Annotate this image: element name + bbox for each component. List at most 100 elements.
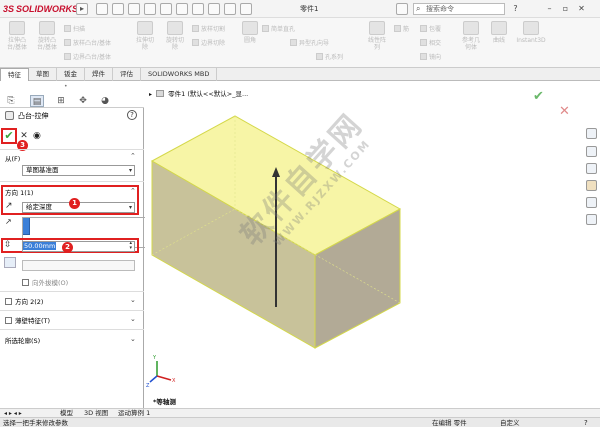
help-icon[interactable]: ? [127, 110, 137, 120]
confirm-corner-ok-icon[interactable]: ✔ [533, 89, 544, 104]
expand-thin-feature-icon[interactable]: ⌄ [130, 315, 136, 323]
tab-mbd[interactable]: SOLIDWORKS MBD [141, 68, 218, 81]
divider [0, 181, 144, 182]
expand-contours-icon[interactable]: ⌄ [130, 335, 136, 343]
design-library-icon[interactable] [586, 146, 597, 157]
undo-icon[interactable] [176, 3, 188, 15]
close-window-button[interactable]: ✕ [576, 3, 587, 14]
configuration-manager-tab-icon[interactable]: ⊞ [54, 95, 68, 107]
custom-units-status[interactable]: 自定义 [500, 418, 520, 427]
depth-input[interactable]: 50.00mm ▴ ▾ [22, 241, 135, 252]
solidworks-logo: 3S SOLIDWORKS [3, 4, 79, 14]
simple-hole-button[interactable]: 简单直孔 [262, 24, 295, 33]
instant3d-button[interactable]: Instant3D [514, 21, 548, 44]
tab-sheet-metal[interactable]: 钣金 [57, 68, 85, 81]
wrap-button[interactable]: 包覆 [420, 24, 441, 33]
appearances-icon[interactable] [586, 180, 597, 191]
restore-button[interactable]: ▫ [560, 3, 571, 14]
display-manager-tab-icon[interactable]: ◕ [98, 95, 112, 107]
feature-manager-tab-icon[interactable]: ⎘ [4, 95, 18, 107]
merge-result-icon[interactable] [4, 257, 16, 268]
hole-series-button[interactable]: 孔系列 [316, 52, 343, 61]
tab-features[interactable]: 特征 [0, 68, 29, 81]
resources-icon[interactable] [586, 128, 597, 139]
boundary-cut-button[interactable]: 边界切除 [192, 38, 225, 47]
highlight-box-ok [1, 128, 17, 144]
sweep-button[interactable]: 扫描 [64, 24, 85, 33]
extrude-cut-button[interactable]: 拉伸切 除 [132, 21, 158, 51]
selected-contours-section[interactable]: 所选轮廓(S) [5, 335, 40, 345]
from-section-label: 从(F) [5, 155, 21, 163]
expand-direction2-icon[interactable]: ⌄ [130, 296, 136, 304]
file-properties-icon[interactable] [224, 3, 236, 15]
expand-chevron-icon[interactable]: • [64, 83, 68, 90]
extrude-boss-button[interactable]: 拉伸凸 台/基体 [4, 21, 30, 51]
confirm-corner-cancel-icon[interactable]: ✕ [559, 104, 570, 119]
new-file-icon[interactable] [112, 3, 124, 15]
expand-icon[interactable] [396, 3, 408, 15]
depth-icon: ⇳ [4, 240, 12, 250]
direction2-section[interactable]: 方向 2(2) [5, 296, 43, 306]
rib-button[interactable]: 筋 [394, 24, 409, 33]
from-select[interactable]: 草图基准面 ▾ [22, 165, 135, 176]
custom-properties-icon[interactable] [586, 197, 597, 208]
thin-feature-section[interactable]: 薄壁特征(T) [5, 315, 50, 325]
help-icon-status[interactable]: ? [584, 418, 588, 427]
linear-pattern-button[interactable]: 线性阵 列 [364, 21, 390, 51]
save-icon[interactable] [144, 3, 156, 15]
help-dropdown-icon[interactable]: ? [510, 3, 521, 14]
rebuild-icon[interactable] [208, 3, 220, 15]
collapse-from-icon[interactable]: ⌃ [130, 152, 136, 160]
loft-cut-button[interactable]: 放样切割 [192, 24, 225, 33]
manager-tab-bar: ⎘ ▤ ⊞ ✥ ◕ • [0, 81, 144, 108]
divider [0, 149, 144, 150]
command-tabs: 特征 草图 钣金 焊件 评估 SOLIDWORKS MBD [0, 68, 600, 81]
cancel-button[interactable]: ✕ [19, 131, 29, 141]
minimize-button[interactable]: – [544, 3, 555, 14]
feature-title: 凸台-拉伸 [5, 111, 49, 121]
property-manager-tab-icon[interactable]: ▤ [30, 95, 44, 107]
direction-arrow-icon: ↗ [5, 217, 12, 226]
curves-button[interactable]: 曲线 [488, 21, 510, 44]
file-explorer-icon[interactable] [586, 163, 597, 174]
dimxpert-tab-icon[interactable]: ✥ [76, 95, 90, 107]
boundary-boss-button[interactable]: 边界凸台/基体 [64, 52, 111, 61]
triad-x-label: X [172, 378, 176, 384]
triad-y-label: Y [152, 355, 157, 361]
bottom-tab-bar: ◂ ▸ ◂ ▸ 模型 3D 视图 运动算例 1 [0, 408, 600, 417]
home-icon[interactable] [96, 3, 108, 15]
spinner-icon[interactable]: ▴ ▾ [129, 241, 132, 251]
tab-evaluate[interactable]: 评估 [113, 68, 141, 81]
open-file-icon[interactable] [128, 3, 140, 15]
model-viewport[interactable]: Y X Z [145, 81, 600, 408]
divider [0, 329, 144, 330]
hole-wizard-button[interactable]: 异型孔向导 [290, 38, 329, 47]
edit-mode-status: 在编辑 零件 [432, 419, 467, 427]
options-gear-icon[interactable] [240, 3, 252, 15]
search-input[interactable]: ⌕ 搜索命令 [413, 3, 505, 15]
revolve-boss-button[interactable]: 旋转凸 台/基体 [34, 21, 60, 51]
extrude-feature-icon [5, 111, 14, 120]
property-manager: ⎘ ▤ ⊞ ✥ ◕ • 凸台-拉伸 ? ✔ 3 ✕ ◉ 从(F) ⌃ 草图基准面… [0, 81, 148, 416]
revolve-cut-button[interactable]: 旋转切 除 [162, 21, 188, 51]
graphics-area[interactable]: ▸ 零件1 (默认<<默认>_显... Y X Z *等轴测 ✔ ✕ [145, 81, 600, 408]
print-icon[interactable] [160, 3, 172, 15]
fillet-button[interactable]: 圆角 [238, 21, 262, 44]
status-bar: 选择一把手来修改参数 在编辑 零件 自定义 ? [0, 417, 600, 427]
mirror-button[interactable]: 镜向 [420, 52, 441, 61]
tab-weldments[interactable]: 焊件 [85, 68, 113, 81]
reference-geometry-button[interactable]: 参考几 何体 [458, 21, 484, 51]
preview-eye-icon[interactable]: ◉ [33, 131, 45, 141]
title-bar: 3S SOLIDWORKS ▸ 零件1 ⌕ 搜索命令 ? – ▫ ✕ [0, 0, 600, 18]
tab-sketch[interactable]: 草图 [29, 68, 57, 81]
reverse-direction-icon[interactable]: ↗ [5, 201, 16, 212]
view-palette-icon[interactable] [586, 214, 597, 225]
caret-icon[interactable]: ▸ [76, 3, 88, 15]
triad-z-axis [149, 375, 158, 383]
draft-angle-input[interactable] [22, 260, 135, 271]
loft-boss-button[interactable]: 放样凸台/基体 [64, 38, 111, 47]
intersect-button[interactable]: 相交 [420, 38, 441, 47]
select-icon[interactable] [192, 3, 204, 15]
document-title: 零件1 [300, 5, 319, 13]
draft-outward-checkbox[interactable]: 向外拔模(O) [22, 277, 68, 287]
